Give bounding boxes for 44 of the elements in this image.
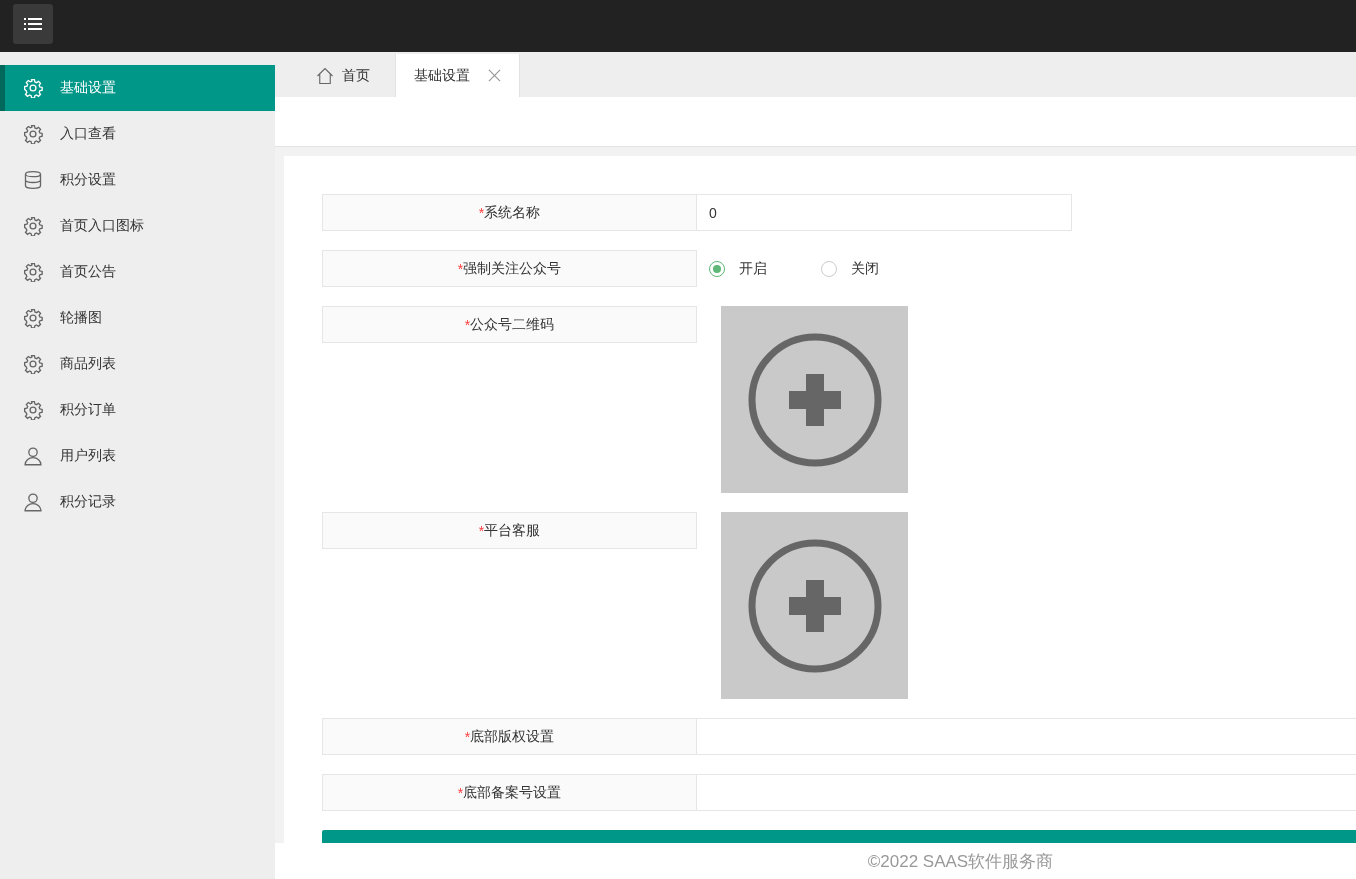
home-icon [315,66,334,85]
tab[interactable]: 首页 [290,54,395,97]
gear-icon [23,400,43,420]
sidebar-item[interactable]: 积分设置 [0,157,275,203]
sidebar-item[interactable]: 轮播图 [0,295,275,341]
sidebar-item[interactable]: 积分订单 [0,387,275,433]
gear-icon [23,262,43,282]
gear-icon [23,354,43,374]
menu-button[interactable] [13,4,53,44]
database-icon [23,170,43,190]
field-label: *底部备案号设置 [322,774,697,811]
radio-label: 开启 [739,259,767,278]
sidebar-item[interactable]: 基础设置 [0,65,275,111]
field-label: *底部版权设置 [322,718,697,755]
image-upload-button[interactable] [721,306,908,493]
sidebar-item[interactable]: 积分记录 [0,479,275,525]
gear-icon [23,78,43,98]
plus-circle-icon [746,537,883,674]
tab[interactable]: 基础设置 [395,54,520,97]
sidebar-item[interactable]: 首页入口图标 [0,203,275,249]
menu-icon [24,18,42,30]
radio-button[interactable] [709,260,725,277]
radio-label: 关闭 [851,259,879,278]
copyright-text: ©2022 SAAS软件服务商 [867,850,1054,873]
gear-icon [23,308,43,328]
user-icon [23,492,43,512]
field-label: *平台客服 [322,512,697,549]
sidebar-item[interactable]: 首页公告 [0,249,275,295]
gear-icon [23,124,43,144]
field-label: *强制关注公众号 [322,250,697,287]
text-input[interactable] [697,718,1356,755]
gear-icon [23,216,43,236]
sidebar-item[interactable]: 入口查看 [0,111,275,157]
field-label: *系统名称 [322,194,697,231]
plus-circle-icon [746,331,883,468]
text-input[interactable] [697,774,1356,811]
image-upload-button[interactable] [721,512,908,699]
text-input[interactable]: 0 [697,194,1072,231]
close-icon[interactable] [488,69,501,82]
field-label: *公众号二维码 [322,306,697,343]
user-icon [23,446,43,466]
sidebar-item[interactable]: 商品列表 [0,341,275,387]
radio-button[interactable] [821,260,837,277]
sidebar-item[interactable]: 用户列表 [0,433,275,479]
